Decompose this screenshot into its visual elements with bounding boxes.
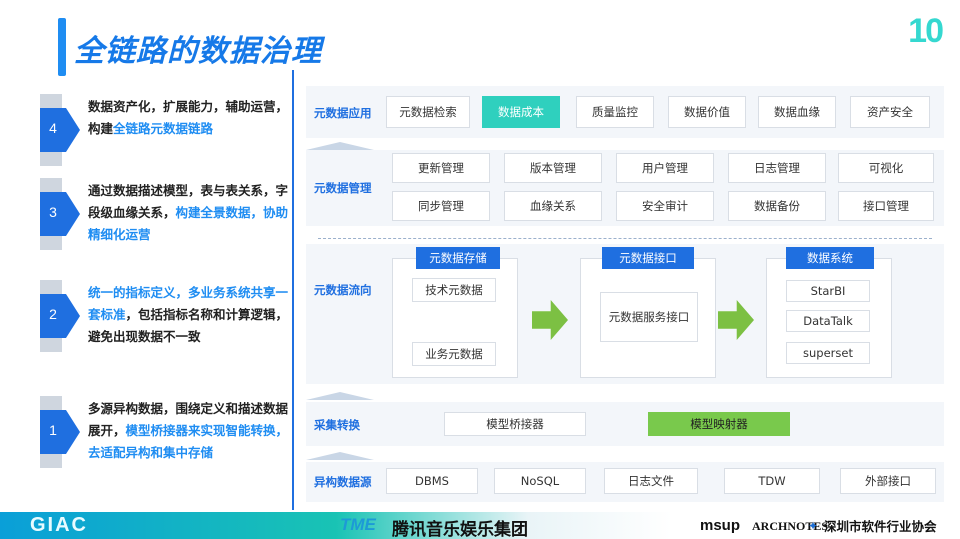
storage-item-tech[interactable]: 技术元数据 [412, 278, 496, 302]
app-item-quality[interactable]: 质量监控 [576, 96, 654, 128]
collect-layer-label: 采集转换 [314, 418, 360, 432]
app-item-search[interactable]: 元数据检索 [386, 96, 470, 128]
systems-title: 数据系统 [786, 247, 874, 269]
app-layer-label: 元数据应用 [314, 106, 372, 120]
system-item-datatalk[interactable]: DataTalk [786, 310, 870, 332]
mgmt-item-lineage[interactable]: 血缘关系 [504, 191, 602, 221]
mgmt-item-update[interactable]: 更新管理 [392, 153, 490, 183]
step-text: 多源异构数据，围绕定义和描述数据展开，模型桥接器来实现智能转换，去适配异构和集中… [88, 401, 289, 460]
mgmt-item-backup[interactable]: 数据备份 [728, 191, 826, 221]
tme-logo-icon: TME [340, 515, 376, 534]
flow-arrow-icon [532, 300, 568, 340]
app-item-value[interactable]: 数据价值 [668, 96, 746, 128]
app-item-cost[interactable]: 数据成本 [482, 96, 560, 128]
collect-layer-panel: 采集转换 模型桥接器 模型映射器 [306, 402, 944, 446]
system-item-starbi[interactable]: StarBI [786, 280, 870, 302]
app-item-security[interactable]: 资产安全 [850, 96, 930, 128]
flow-arrow-icon [718, 300, 754, 340]
system-item-superset[interactable]: superset [786, 342, 870, 364]
szsia-name: 深圳市软件行业协会 [824, 519, 937, 534]
dashed-separator [318, 238, 932, 239]
step-3: 3 通过数据描述模型，表与表关系，字段级血缘关系，构建全景数据，协助精细化运营 [40, 178, 290, 250]
layer-arrow [306, 392, 374, 400]
storage-title: 元数据存储 [416, 247, 500, 269]
divider-line [292, 70, 294, 510]
step-2: 2 统一的指标定义，多业务系统共享一套标准，包括指标名称和计算逻辑，避免出现数据… [40, 280, 290, 352]
source-item-dbms[interactable]: DBMS [386, 468, 478, 494]
interface-item-service[interactable]: 元数据服务接口 [600, 292, 698, 342]
msup-logo: msup [700, 517, 741, 534]
mgmt-item-audit[interactable]: 安全审计 [616, 191, 714, 221]
source-layer-panel: 异构数据源 DBMS NoSQL 日志文件 TDW 外部接口 [306, 462, 944, 502]
app-layer-panel: 元数据应用 元数据检索 数据成本 质量监控 数据价值 数据血缘 资产安全 [306, 86, 944, 138]
giac-logo: GIAC [30, 514, 88, 536]
mgmt-layer-panel: 元数据管理 更新管理 版本管理 用户管理 日志管理 可视化 同步管理 血缘关系 … [306, 150, 944, 226]
mgmt-layer-label: 元数据管理 [314, 181, 372, 195]
collect-item-bridge[interactable]: 模型桥接器 [444, 412, 586, 436]
conference-logo: 10 [908, 12, 944, 50]
szsia-logo-icon: ✦ [808, 519, 819, 533]
mgmt-item-sync[interactable]: 同步管理 [392, 191, 490, 221]
step-number-arrow: 1 [40, 410, 80, 454]
mgmt-item-log[interactable]: 日志管理 [728, 153, 826, 183]
mgmt-item-version[interactable]: 版本管理 [504, 153, 602, 183]
mgmt-item-user[interactable]: 用户管理 [616, 153, 714, 183]
flow-layer-label: 元数据流向 [314, 283, 372, 297]
page-title: 全链路的数据治理 [74, 34, 322, 69]
source-item-logfile[interactable]: 日志文件 [604, 468, 698, 494]
step-1: 1 多源异构数据，围绕定义和描述数据展开，模型桥接器来实现智能转换，去适配异构和… [40, 396, 290, 468]
step-text: 通过数据描述模型，表与表关系，字段级血缘关系，构建全景数据，协助精细化运营 [88, 183, 289, 242]
flow-layer-panel: 元数据流向 元数据存储 技术元数据 业务元数据 元数据接口 元数据服务接口 数据… [306, 244, 944, 384]
layer-arrow [306, 142, 374, 150]
footer-bar: GIAC TME 腾讯音乐娱乐集团 msup ARCHNOTES ✦ 深圳市软件… [0, 512, 960, 539]
mgmt-item-api[interactable]: 接口管理 [838, 191, 934, 221]
interface-title: 元数据接口 [602, 247, 694, 269]
collect-item-mapper[interactable]: 模型映射器 [648, 412, 790, 436]
step-4: 4 数据资产化，扩展能力，辅助运营，构建全链路元数据链路 [40, 94, 290, 166]
step-number-arrow: 3 [40, 192, 80, 236]
step-number-arrow: 4 [40, 108, 80, 152]
title-accent-bar [58, 18, 66, 76]
app-item-lineage[interactable]: 数据血缘 [758, 96, 836, 128]
source-item-nosql[interactable]: NoSQL [494, 468, 586, 494]
source-item-tdw[interactable]: TDW [724, 468, 820, 494]
step-text: 统一的指标定义，多业务系统共享一套标准，包括指标名称和计算逻辑，避免出现数据不一… [88, 285, 289, 344]
step-number-arrow: 2 [40, 294, 80, 338]
tme-name: 腾讯音乐娱乐集团 [392, 520, 528, 539]
layer-arrow [306, 452, 374, 460]
storage-item-biz[interactable]: 业务元数据 [412, 342, 496, 366]
source-layer-label: 异构数据源 [314, 475, 372, 489]
mgmt-item-visual[interactable]: 可视化 [838, 153, 934, 183]
source-item-external-api[interactable]: 外部接口 [840, 468, 936, 494]
step-text: 数据资产化，扩展能力，辅助运营，构建全链路元数据链路 [88, 99, 289, 136]
